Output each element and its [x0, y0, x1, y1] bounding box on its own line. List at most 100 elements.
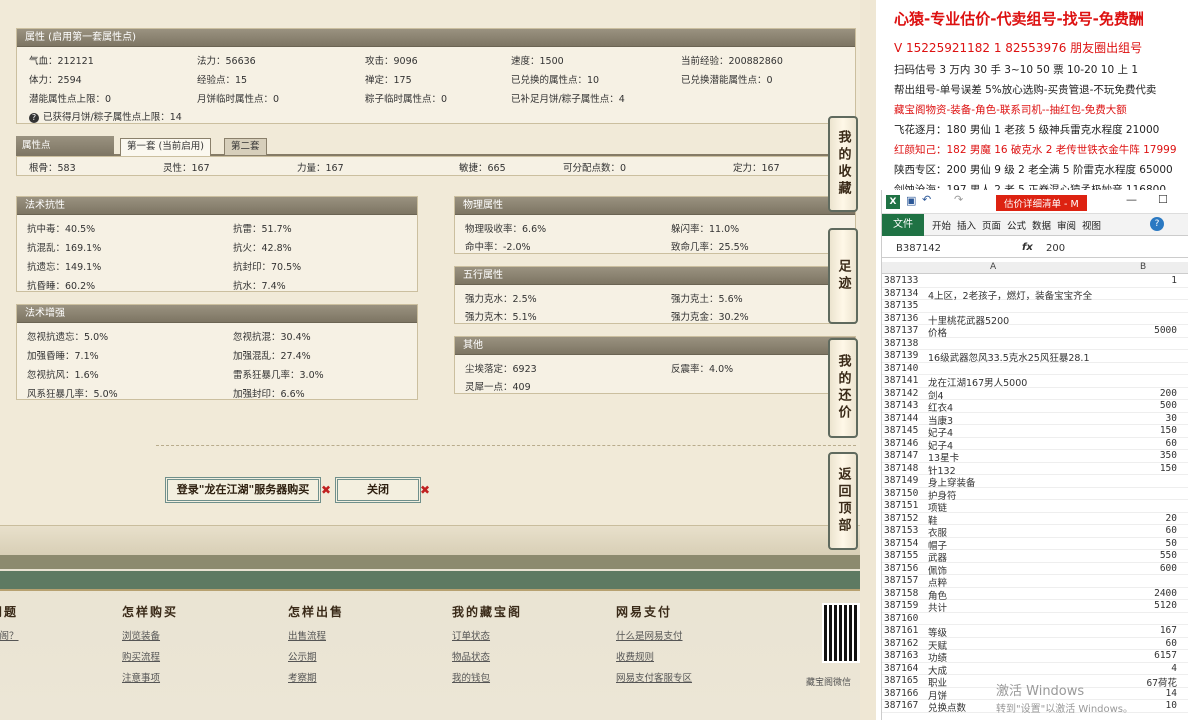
file-tab[interactable]: 文件: [882, 214, 924, 236]
close-button[interactable]: 关闭: [335, 477, 421, 503]
footer-link[interactable]: 出售流程: [288, 628, 344, 642]
row-number[interactable]: 387165: [884, 675, 924, 686]
cell-b[interactable]: 200: [1160, 388, 1177, 399]
row-number[interactable]: 387161: [884, 625, 924, 636]
row-number[interactable]: 387166: [884, 688, 924, 699]
cell-b[interactable]: 2400: [1154, 588, 1177, 599]
ribbon-tab[interactable]: 审阅: [1057, 218, 1076, 232]
row-number[interactable]: 387150: [884, 488, 924, 499]
row-number[interactable]: 387155: [884, 550, 924, 561]
row-number[interactable]: 387144: [884, 413, 924, 424]
ribbon-tab[interactable]: 视图: [1082, 218, 1101, 232]
cell-b[interactable]: 5120: [1154, 600, 1177, 611]
row-number[interactable]: 387145: [884, 425, 924, 436]
cell-b[interactable]: 600: [1160, 563, 1177, 574]
help-icon[interactable]: ?: [1150, 217, 1164, 231]
row-number[interactable]: 387137: [884, 325, 924, 336]
tab-set-one[interactable]: 第一套 (当前启用): [120, 138, 211, 156]
footer-link[interactable]: 我的钱包: [452, 670, 522, 684]
back-to-top-button[interactable]: 返回顶部: [828, 452, 858, 550]
row-number[interactable]: 387164: [884, 663, 924, 674]
cell-b[interactable]: 150: [1160, 463, 1177, 474]
cell-b[interactable]: 60: [1166, 438, 1177, 449]
cell-b[interactable]: 167: [1160, 625, 1177, 636]
ribbon-tab[interactable]: 开始: [932, 218, 951, 232]
row-number[interactable]: 387158: [884, 588, 924, 599]
column-b-header[interactable]: B: [1140, 262, 1146, 272]
row-number[interactable]: 387154: [884, 538, 924, 549]
row-number[interactable]: 387136: [884, 313, 924, 324]
ribbon-tab[interactable]: 插入: [957, 218, 976, 232]
formula-input[interactable]: 200: [1046, 243, 1065, 254]
my-counteroffer-button[interactable]: 我的还价: [828, 338, 858, 438]
row-number[interactable]: 387135: [884, 300, 924, 311]
cell-a[interactable]: 兑换点数: [928, 700, 966, 714]
footer-link[interactable]: 网易支付客服专区: [616, 670, 692, 684]
cell-b[interactable]: 14: [1166, 688, 1177, 699]
excel-titlebar: X ▣ ↶ ↷ 估价详细清单 - M — ☐: [882, 190, 1188, 214]
footer-link[interactable]: 什么是网易支付: [616, 628, 692, 642]
cell-b[interactable]: 550: [1160, 550, 1177, 561]
cell-b[interactable]: 350: [1160, 450, 1177, 461]
footer-link[interactable]: 宝阁？: [0, 628, 19, 642]
row-number[interactable]: 387160: [884, 613, 924, 624]
row-number[interactable]: 387148: [884, 463, 924, 474]
row-number[interactable]: 387147: [884, 450, 924, 461]
row-number[interactable]: 387142: [884, 388, 924, 399]
footer-link[interactable]: 浏览装备: [122, 628, 178, 642]
cell-b[interactable]: 20: [1166, 513, 1177, 524]
row-number[interactable]: 387167: [884, 700, 924, 711]
ribbon-tab[interactable]: 数据: [1032, 218, 1051, 232]
my-favorites-button[interactable]: 我的收藏: [828, 116, 858, 212]
function-icon[interactable]: fx: [1022, 242, 1033, 253]
footer-link[interactable]: 考察期: [288, 670, 344, 684]
minimize-icon[interactable]: —: [1126, 193, 1137, 206]
row-number[interactable]: 387159: [884, 600, 924, 611]
login-buy-button[interactable]: 登录"龙在江湖"服务器购买: [165, 477, 321, 503]
row-number[interactable]: 387138: [884, 338, 924, 349]
row-number[interactable]: 387151: [884, 500, 924, 511]
row-number[interactable]: 387134: [884, 288, 924, 299]
ribbon-tab[interactable]: 公式: [1007, 218, 1026, 232]
cell-b[interactable]: 150: [1160, 425, 1177, 436]
footer-link[interactable]: 公示期: [288, 649, 344, 663]
cell-b[interactable]: 60: [1166, 638, 1177, 649]
cell-b[interactable]: 50: [1166, 538, 1177, 549]
row-number[interactable]: 387157: [884, 575, 924, 586]
cell-b[interactable]: 1: [1171, 275, 1177, 286]
footer-link[interactable]: 购买流程: [122, 649, 178, 663]
row-number[interactable]: 387141: [884, 375, 924, 386]
footprints-button[interactable]: 足迹: [828, 228, 858, 324]
column-a-header[interactable]: A: [990, 262, 996, 272]
footer-link[interactable]: 注意事项: [122, 670, 178, 684]
table-row: 387163 功绩 6157: [882, 650, 1188, 664]
cell-b[interactable]: 5000: [1154, 325, 1177, 336]
row-number[interactable]: 387152: [884, 513, 924, 524]
footer-link[interactable]: 物品状态: [452, 649, 522, 663]
row-number[interactable]: 387146: [884, 438, 924, 449]
row-number[interactable]: 387133: [884, 275, 924, 286]
name-box[interactable]: B387142: [896, 243, 976, 254]
row-number[interactable]: 387163: [884, 650, 924, 661]
footer-link[interactable]: 订单状态: [452, 628, 522, 642]
cell-b[interactable]: 10: [1166, 700, 1177, 711]
row-number[interactable]: 387153: [884, 525, 924, 536]
cell-b[interactable]: 4: [1171, 663, 1177, 674]
cell-b[interactable]: 30: [1166, 413, 1177, 424]
footer-link[interactable]: 收费规则: [616, 649, 692, 663]
cell-b[interactable]: 60: [1166, 525, 1177, 536]
row-number[interactable]: 387156: [884, 563, 924, 574]
row-number[interactable]: 387139: [884, 350, 924, 361]
row-number[interactable]: 387149: [884, 475, 924, 486]
undo-icon[interactable]: ↶: [922, 193, 931, 206]
maximize-icon[interactable]: ☐: [1158, 193, 1168, 206]
redo-icon[interactable]: ↷: [954, 193, 963, 206]
ribbon-tab[interactable]: 页面: [982, 218, 1001, 232]
row-number[interactable]: 387162: [884, 638, 924, 649]
row-number[interactable]: 387140: [884, 363, 924, 374]
cell-b[interactable]: 500: [1160, 400, 1177, 411]
cell-b[interactable]: 6157: [1154, 650, 1177, 661]
row-number[interactable]: 387143: [884, 400, 924, 411]
save-icon[interactable]: ▣: [906, 194, 916, 207]
tab-set-two[interactable]: 第二套: [224, 138, 267, 156]
